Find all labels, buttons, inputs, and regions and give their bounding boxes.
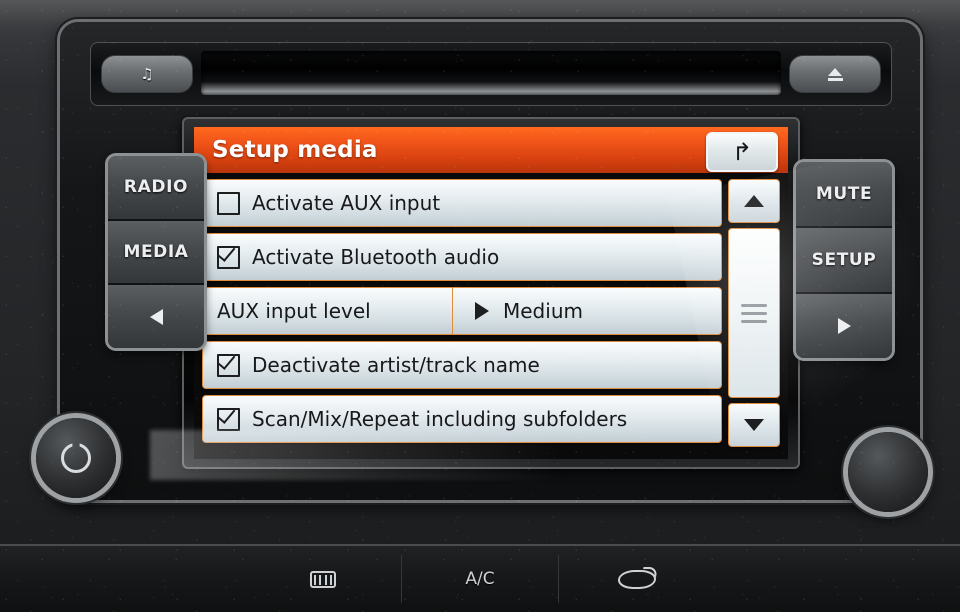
triangle-up-icon (744, 195, 764, 207)
menu-row-aux-input-level[interactable]: AUX input level Medium (202, 287, 722, 335)
menu-row-label: Activate Bluetooth audio (252, 245, 500, 269)
grip-line (741, 303, 767, 307)
triangle-right-icon (837, 318, 851, 334)
menu-row-label: AUX input level (217, 299, 371, 323)
triangle-down-icon (744, 419, 764, 431)
menu-row-activate-aux-input[interactable]: Activate AUX input (202, 179, 722, 227)
previous-button[interactable] (108, 285, 204, 348)
music-note-icon: ♫ (140, 65, 154, 83)
next-button[interactable] (796, 294, 892, 358)
ac-button[interactable]: A/C (402, 555, 559, 603)
aux-input-level-value-cell[interactable]: Medium (453, 288, 721, 334)
menu-row-label: Deactivate artist/track name (252, 353, 540, 377)
tune-knob[interactable] (848, 432, 928, 512)
mute-button[interactable]: MUTE (796, 162, 892, 228)
left-button-column: RADIO MEDIA (108, 156, 204, 348)
head-unit: ♫ Setup media ↰ Activate AUX input Activ… (60, 22, 920, 500)
eject-button[interactable] (789, 55, 881, 93)
rear-defrost-icon (310, 570, 336, 588)
menu-row-label: Scan/Mix/Repeat including subfolders (252, 407, 628, 431)
grip-line (741, 319, 767, 323)
triangle-right-icon (475, 302, 489, 320)
eject-icon (827, 67, 843, 81)
scrollbar[interactable] (728, 179, 780, 447)
power-icon (61, 443, 91, 473)
menu-row-label: Activate AUX input (252, 191, 441, 215)
checkbox-activate-aux-input[interactable] (217, 191, 240, 215)
cd-slot-bar: ♫ (90, 42, 892, 106)
setup-button[interactable]: SETUP (796, 228, 892, 294)
menu-row-scan-mix-repeat-subfolders[interactable]: Scan/Mix/Repeat including subfolders (202, 395, 722, 443)
scroll-thumb[interactable] (728, 228, 780, 398)
checkbox-scan-mix-repeat-subfolders[interactable] (217, 407, 240, 431)
aux-input-level-value: Medium (503, 299, 583, 323)
triangle-left-icon (149, 308, 163, 325)
power-volume-knob[interactable] (36, 418, 116, 498)
grip-line (741, 311, 767, 315)
checkbox-deactivate-artist-track-name[interactable] (217, 353, 240, 377)
air-recirculation-icon (617, 569, 657, 589)
screen-body: Activate AUX input Activate Bluetooth au… (194, 173, 788, 453)
screen-bezel: Setup media ↰ Activate AUX input Activat… (182, 117, 800, 469)
scroll-up-button[interactable] (728, 179, 780, 223)
cd-slot (201, 51, 781, 95)
title-bar: Setup media ↰ (194, 127, 788, 173)
page-title: Setup media (212, 137, 378, 163)
back-arrow-icon: ↰ (731, 138, 753, 166)
music-note-button[interactable]: ♫ (101, 55, 193, 93)
scroll-down-button[interactable] (728, 403, 780, 447)
right-button-column: MUTE SETUP (796, 162, 892, 358)
back-button[interactable]: ↰ (706, 132, 778, 172)
media-button[interactable]: MEDIA (108, 220, 204, 286)
radio-button[interactable]: RADIO (108, 156, 204, 221)
aux-input-level-label-cell[interactable]: AUX input level (203, 288, 453, 334)
rear-defrost-button[interactable] (245, 555, 402, 603)
air-recirculation-button[interactable] (559, 555, 715, 603)
menu-row-deactivate-artist-track-name[interactable]: Deactivate artist/track name (202, 341, 722, 389)
lcd-screen: Setup media ↰ Activate AUX input Activat… (194, 127, 788, 459)
menu-list: Activate AUX input Activate Bluetooth au… (202, 179, 722, 447)
climate-control-bar: A/C (0, 544, 960, 612)
checkbox-activate-bluetooth-audio[interactable] (217, 245, 240, 269)
menu-row-activate-bluetooth-audio[interactable]: Activate Bluetooth audio (202, 233, 722, 281)
